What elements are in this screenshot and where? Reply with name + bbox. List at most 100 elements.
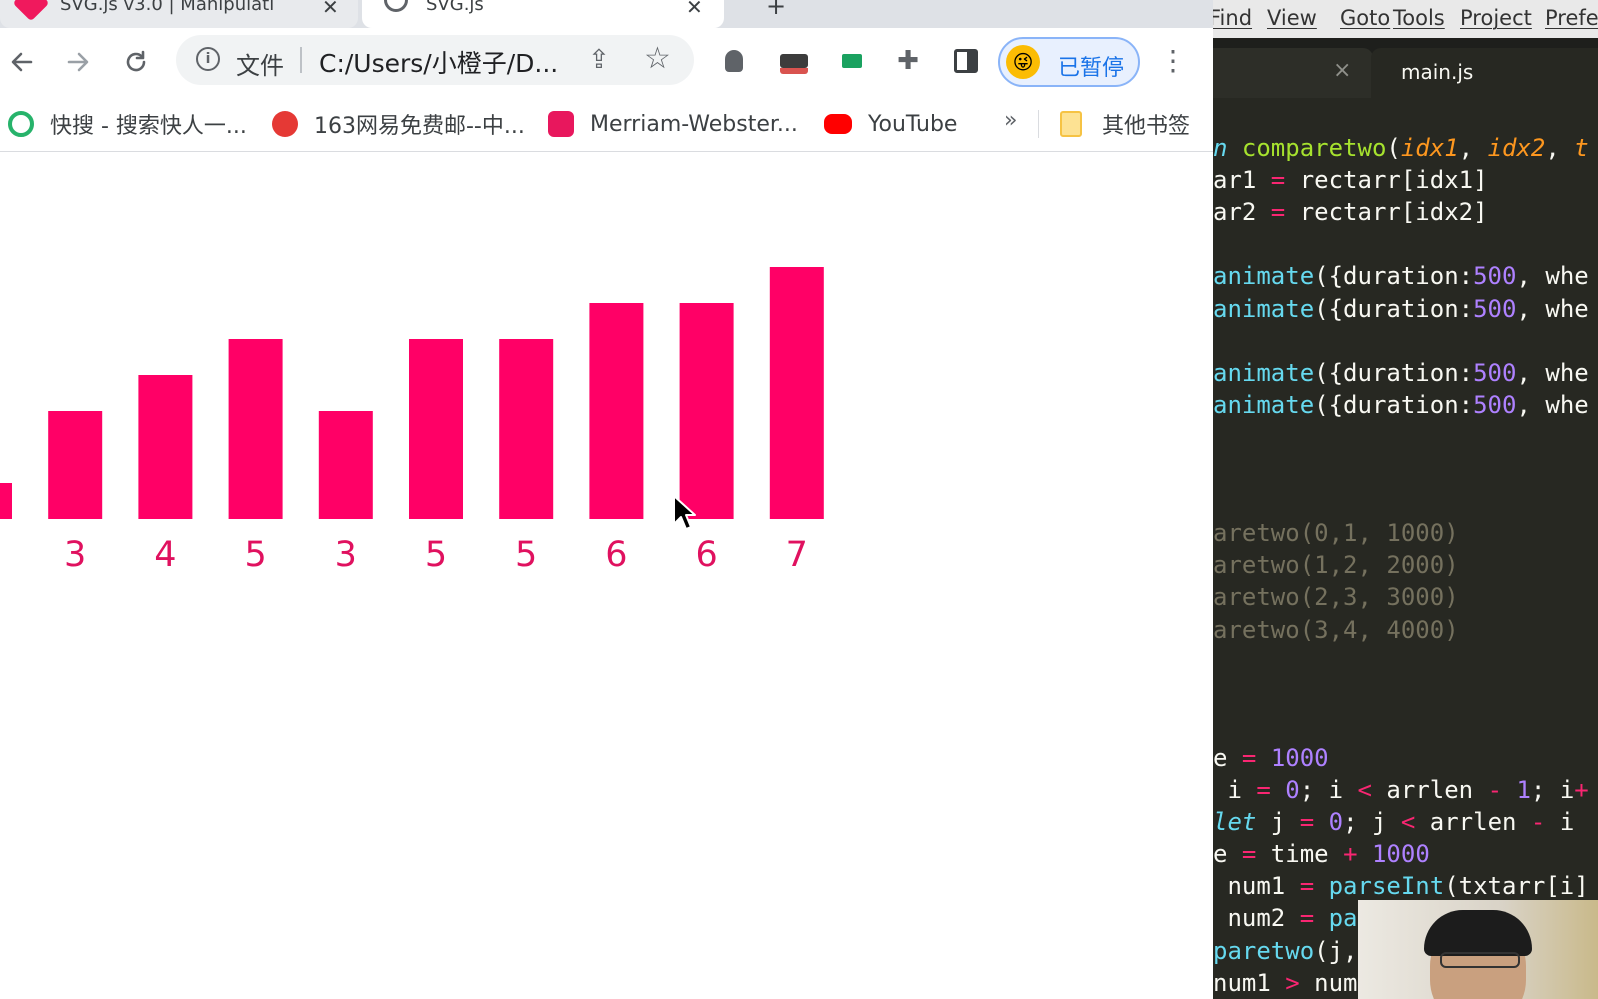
other-bookmarks-folder[interactable]: 其他书签 <box>1060 108 1190 140</box>
code-area[interactable]: n comparetwo(idx1, idx2, t ar1 = rectarr[… <box>1213 98 1598 999</box>
arrow-right-icon <box>67 52 89 72</box>
bar-1 <box>48 411 103 519</box>
menu-preferences[interactable]: Prefe <box>1545 6 1598 30</box>
code-token: aretwo(1,2, 2000) <box>1213 551 1459 580</box>
code-line: aretwo(3,4, 4000) <box>1213 614 1459 646</box>
editor-menubar: Find View Goto Tools Project Prefe <box>1213 0 1598 38</box>
editor-tab-other[interactable]: × <box>1213 48 1373 98</box>
code-token: rectarr[idx2] <box>1285 198 1488 227</box>
code-token: (txtarr[i] <box>1444 872 1589 901</box>
bookmark-star-icon[interactable]: ☆ <box>644 41 671 76</box>
extensions-puzzle-icon[interactable]: ✚ <box>892 45 924 77</box>
code-token: ({duration: <box>1314 390 1474 419</box>
share-icon[interactable]: ⇪ <box>588 45 610 75</box>
code-line: aretwo(1,2, 2000) <box>1213 549 1459 581</box>
menu-tools[interactable]: Tools <box>1393 6 1445 30</box>
menu-goto[interactable]: Goto <box>1340 6 1390 30</box>
new-tab-button[interactable]: + <box>766 0 786 20</box>
code-token: paretwo <box>1213 936 1315 965</box>
bar-label-6: 5 <box>515 535 537 575</box>
close-icon[interactable]: ✕ <box>686 0 703 19</box>
menu-project[interactable]: Project <box>1460 6 1532 30</box>
bookmark-kuaisou[interactable]: 快搜 - 搜索快人一... <box>8 108 247 140</box>
code-token: ; i <box>1299 776 1358 804</box>
code-token: aretwo(0,1, 1000) <box>1213 519 1459 548</box>
profile-avatar: 😜 <box>1006 45 1040 79</box>
code-line: aretwo(0,1, 1000) <box>1213 517 1459 549</box>
back-button[interactable] <box>2 42 42 82</box>
reload-button[interactable] <box>116 42 156 82</box>
bar-label-8: 6 <box>695 535 717 575</box>
other-bookmarks-label: 其他书签 <box>1102 114 1191 139</box>
bookmark-youtube[interactable]: YouTube <box>824 108 957 140</box>
tab-svgjs-docs[interactable]: SVG.js v3.0 | Manipulati ✕ <box>0 0 358 28</box>
editor-tab-bar: × main.js <box>1213 38 1598 98</box>
bookmark-label: 快搜 - 搜索快人一... <box>50 114 247 139</box>
lightbulb-extension-icon[interactable] <box>718 45 750 77</box>
bookmark-label: Merriam-Webster... <box>590 111 798 137</box>
code-token: - <box>1487 776 1503 804</box>
bar-8 <box>679 303 734 519</box>
code-token: , whe <box>1516 358 1589 387</box>
code-line: animate({duration:500, whe <box>1213 357 1589 389</box>
code-token: time <box>1256 840 1344 869</box>
code-token: arrlen <box>1415 808 1531 837</box>
bar-5 <box>409 339 463 519</box>
site-info-icon[interactable]: i <box>196 47 220 71</box>
code-line: paretwo(j, <box>1213 935 1358 967</box>
code-token: > <box>1285 968 1300 997</box>
editor-tab-main-js[interactable]: main.js <box>1371 48 1598 98</box>
bookmark-merriam-webster[interactable]: Merriam-Webster... <box>548 108 798 140</box>
svgjs-favicon-icon <box>12 0 50 22</box>
code-token: 1000 <box>1270 743 1329 772</box>
close-icon[interactable]: ✕ <box>322 0 339 19</box>
flag-extension-icon[interactable] <box>836 45 868 77</box>
code-token: 1000 <box>1371 840 1430 869</box>
code-token: num1 <box>1213 872 1300 901</box>
forward-button[interactable] <box>58 42 98 82</box>
code-token: n <box>1213 134 1242 162</box>
close-icon[interactable]: × <box>1333 58 1351 83</box>
code-line: animate({duration:500, whe <box>1213 389 1589 421</box>
code-line: e = 1000 <box>1213 742 1329 774</box>
code-token: num1 <box>1213 968 1286 997</box>
address-bar[interactable]: i 文件 C:/Users/小橙子/D... ⇪ ☆ <box>176 35 694 85</box>
code-line: num1 > num <box>1213 967 1358 999</box>
code-token: , whe <box>1516 294 1589 323</box>
merriam-webster-favicon-icon <box>548 111 574 137</box>
webcam-overlay <box>1358 900 1598 999</box>
file-scheme-chip: 文件 <box>236 52 284 80</box>
code-token: = <box>1241 840 1257 869</box>
code-token: , <box>1458 134 1488 162</box>
tab-svgjs-active[interactable]: SVG.js ✕ <box>362 0 724 28</box>
code-token: num2 <box>1213 904 1300 933</box>
mask-extension-icon[interactable] <box>778 45 810 77</box>
side-panel-icon[interactable] <box>950 45 982 77</box>
code-token: rectarr[idx1] <box>1285 166 1488 195</box>
code-token: ({duration: <box>1314 294 1474 323</box>
bar-label-2: 4 <box>154 535 176 575</box>
code-token: e <box>1213 840 1242 869</box>
profile-status-label: 已暂停 <box>1058 56 1125 81</box>
profile-paused-button[interactable]: 😜 已暂停 <box>998 37 1140 87</box>
code-token: ; i <box>1530 776 1575 804</box>
menu-find[interactable]: Find <box>1213 6 1252 30</box>
browser-menu-icon[interactable]: ⋮ <box>1158 42 1188 82</box>
reload-icon <box>126 50 146 72</box>
code-token: + <box>1343 840 1358 869</box>
code-line: ar1 = rectarr[idx1] <box>1213 164 1488 196</box>
code-line: i = 0; i < arrlen - 1; i+ <box>1213 774 1588 806</box>
bar-7 <box>589 303 644 519</box>
bookmark-163-mail[interactable]: 163网易免费邮--中... <box>272 108 525 140</box>
code-token: 0 <box>1285 776 1300 804</box>
more-bookmarks-chevron-icon[interactable]: » <box>1004 108 1017 133</box>
tab-title: SVG.js v3.0 | Manipulati <box>60 0 275 15</box>
url-text[interactable]: C:/Users/小橙子/D... <box>319 44 558 80</box>
menu-view[interactable]: View <box>1267 6 1317 30</box>
arrow-left-icon <box>11 52 33 72</box>
code-token: idx1 <box>1400 134 1459 162</box>
code-token: 500 <box>1473 294 1517 323</box>
